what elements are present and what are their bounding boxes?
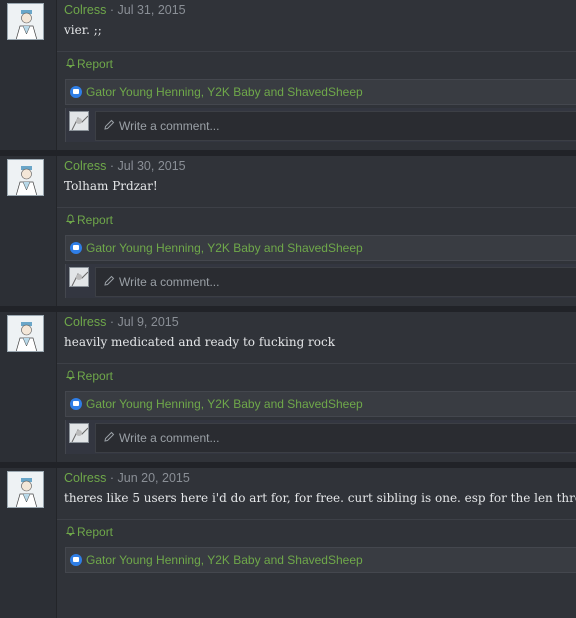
post-date[interactable]: Jun 20, 2015 bbox=[118, 471, 190, 485]
likes-list[interactable]: Gator Young Henning, Y2K Baby and Shaved… bbox=[86, 241, 363, 255]
post-body: Colress · Jul 30, 2015 Tolham Prdzar! Re… bbox=[57, 156, 576, 306]
post-date[interactable]: Jul 31, 2015 bbox=[118, 3, 186, 17]
commenter-avatar bbox=[69, 267, 89, 287]
post-meta: Colress · Jul 9, 2015 bbox=[64, 315, 179, 329]
likes-bar: Gator Young Henning, Y2K Baby and Shaved… bbox=[65, 235, 576, 261]
post-message: heavily medicated and ready to fucking r… bbox=[64, 335, 336, 349]
avatar-column bbox=[0, 468, 57, 618]
report-link[interactable]: Report bbox=[65, 213, 114, 227]
avatar[interactable] bbox=[7, 159, 44, 196]
post-body: Colress · Jul 31, 2015 vier. ;; Report G… bbox=[57, 0, 576, 150]
bell-icon bbox=[65, 213, 76, 227]
post-date[interactable]: Jul 9, 2015 bbox=[118, 315, 179, 329]
post-message: Tolham Prdzar! bbox=[64, 179, 158, 193]
pencil-icon bbox=[103, 431, 115, 446]
report-label: Report bbox=[77, 525, 114, 539]
divider bbox=[57, 363, 576, 364]
likes-list[interactable]: Gator Young Henning, Y2K Baby and Shaved… bbox=[86, 397, 363, 411]
author-link[interactable]: Colress bbox=[64, 159, 106, 173]
meta-separator: · bbox=[109, 159, 115, 173]
profile-post: Colress · Jul 31, 2015 vier. ;; Report G… bbox=[0, 0, 576, 156]
pencil-icon bbox=[103, 119, 115, 134]
like-icon bbox=[70, 86, 82, 98]
pencil-icon bbox=[103, 275, 115, 290]
post-message: vier. ;; bbox=[64, 23, 102, 37]
divider bbox=[57, 51, 576, 52]
comment-row: Write a comment... bbox=[65, 264, 576, 298]
likes-bar: Gator Young Henning, Y2K Baby and Shaved… bbox=[65, 79, 576, 105]
bell-icon bbox=[65, 369, 76, 383]
like-icon bbox=[70, 242, 82, 254]
post-date[interactable]: Jul 30, 2015 bbox=[118, 159, 186, 173]
comment-placeholder: Write a comment... bbox=[119, 275, 220, 289]
comment-input[interactable]: Write a comment... bbox=[95, 267, 576, 297]
post-body: Colress · Jul 9, 2015 heavily medicated … bbox=[57, 312, 576, 462]
comment-input[interactable]: Write a comment... bbox=[95, 423, 576, 453]
avatar-column bbox=[0, 312, 57, 462]
meta-separator: · bbox=[109, 3, 115, 17]
avatar[interactable] bbox=[7, 315, 44, 352]
comment-row: Write a comment... bbox=[65, 420, 576, 454]
avatar-column bbox=[0, 0, 57, 150]
like-icon bbox=[70, 398, 82, 410]
author-link[interactable]: Colress bbox=[64, 3, 106, 17]
commenter-avatar bbox=[69, 423, 89, 443]
comment-row: Write a comment... bbox=[65, 108, 576, 142]
commenter-avatar bbox=[69, 111, 89, 131]
post-meta: Colress · Jun 20, 2015 bbox=[64, 471, 190, 485]
comment-placeholder: Write a comment... bbox=[119, 431, 220, 445]
meta-separator: · bbox=[109, 471, 115, 485]
post-meta: Colress · Jul 30, 2015 bbox=[64, 159, 186, 173]
bell-icon bbox=[65, 525, 76, 539]
divider bbox=[57, 207, 576, 208]
report-link[interactable]: Report bbox=[65, 57, 114, 71]
profile-post: Colress · Jul 30, 2015 Tolham Prdzar! Re… bbox=[0, 156, 576, 312]
likes-list[interactable]: Gator Young Henning, Y2K Baby and Shaved… bbox=[86, 85, 363, 99]
like-icon bbox=[70, 554, 82, 566]
author-link[interactable]: Colress bbox=[64, 315, 106, 329]
likes-list[interactable]: Gator Young Henning, Y2K Baby and Shaved… bbox=[86, 553, 363, 567]
comment-input[interactable]: Write a comment... bbox=[95, 111, 576, 141]
post-body: Colress · Jun 20, 2015 theres like 5 use… bbox=[57, 468, 576, 618]
post-meta: Colress · Jul 31, 2015 bbox=[64, 3, 186, 17]
comment-placeholder: Write a comment... bbox=[119, 119, 220, 133]
report-label: Report bbox=[77, 369, 114, 383]
report-link[interactable]: Report bbox=[65, 369, 114, 383]
profile-post: Colress · Jul 9, 2015 heavily medicated … bbox=[0, 312, 576, 468]
report-link[interactable]: Report bbox=[65, 525, 114, 539]
meta-separator: · bbox=[109, 315, 115, 329]
likes-bar: Gator Young Henning, Y2K Baby and Shaved… bbox=[65, 547, 576, 573]
avatar[interactable] bbox=[7, 471, 44, 508]
likes-bar: Gator Young Henning, Y2K Baby and Shaved… bbox=[65, 391, 576, 417]
author-link[interactable]: Colress bbox=[64, 471, 106, 485]
post-message: theres like 5 users here i'd do art for,… bbox=[64, 491, 576, 505]
avatar-column bbox=[0, 156, 57, 306]
profile-post: Colress · Jun 20, 2015 theres like 5 use… bbox=[0, 468, 576, 618]
bell-icon bbox=[65, 57, 76, 71]
report-label: Report bbox=[77, 57, 114, 71]
avatar[interactable] bbox=[7, 3, 44, 40]
divider bbox=[57, 519, 576, 520]
report-label: Report bbox=[77, 213, 114, 227]
